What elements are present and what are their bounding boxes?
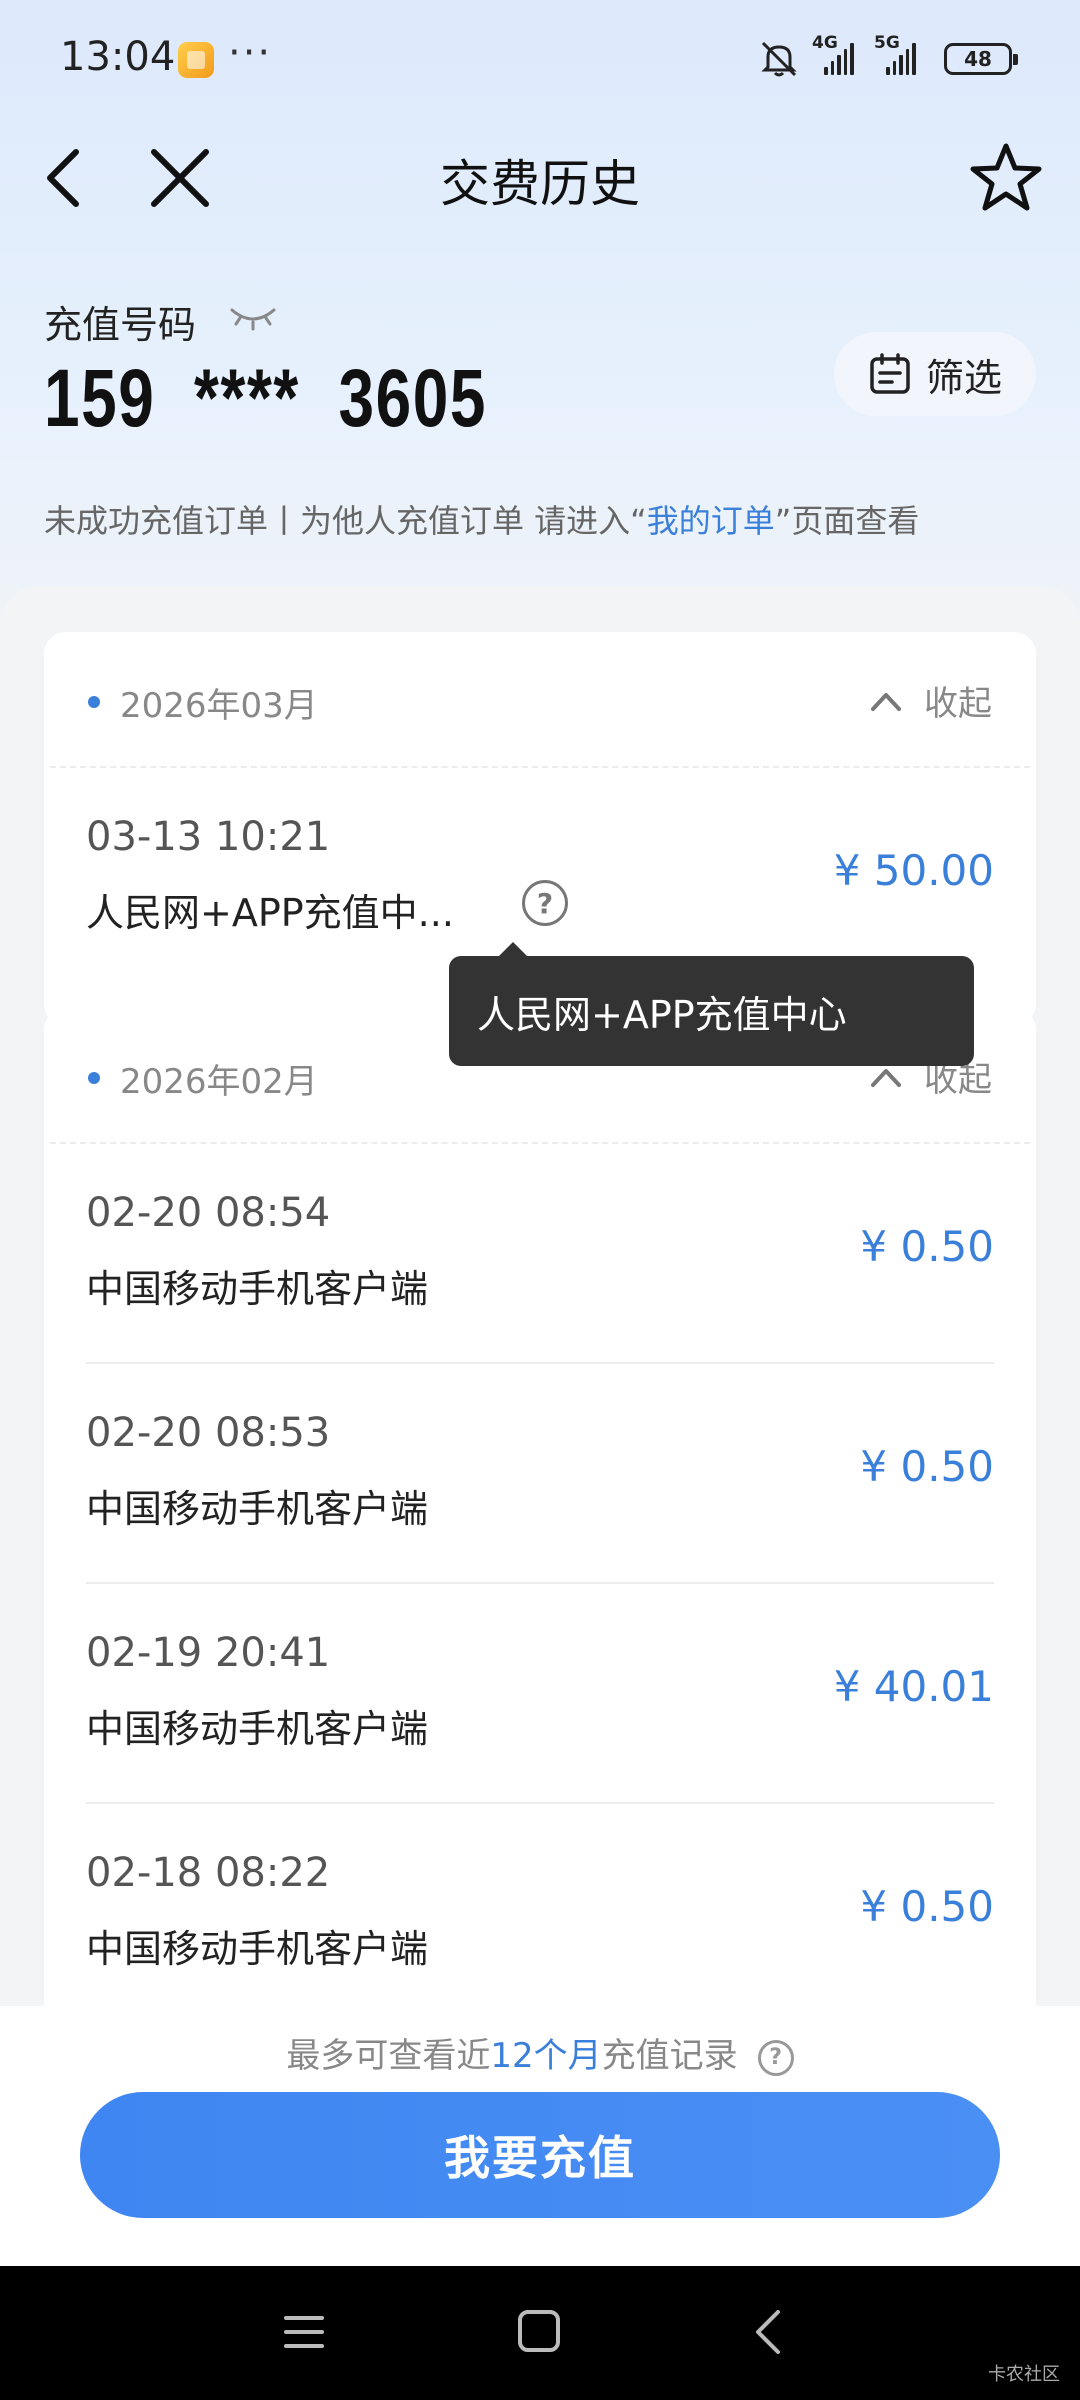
history-list[interactable]: 2026年03月 收起 03-13 10:21 人民网+APP充值中... ? … <box>0 586 1080 2058</box>
account-number: 159 **** 3605 <box>44 353 488 444</box>
record-source: 中国移动手机客户端 <box>86 1707 429 1751</box>
menu-icon[interactable] <box>282 2304 326 2360</box>
signal-4g-icon: 4G <box>812 33 854 75</box>
record-time: 02-20 08:54 <box>86 1190 331 1236</box>
record-source: 中国移动手机客户端 <box>86 1927 429 1971</box>
nav-bar: 交费历史 <box>0 120 1080 230</box>
signal-5g-icon: 5G <box>874 33 916 75</box>
status-bar: 13:04 ··· 4G 5G 48 <box>0 0 1080 120</box>
collapse-label: 收起 <box>924 684 992 724</box>
app-root: 13:04 ··· 4G 5G 48 交费历史 充值号码 159 **** 36… <box>0 0 1080 2400</box>
month-dot <box>88 1072 100 1084</box>
record-row[interactable]: 02-18 08:22 中国移动手机客户端 ¥ 0.50 <box>86 1804 994 2024</box>
favorite-star-icon[interactable] <box>968 140 1044 216</box>
record-time: 02-18 08:22 <box>86 1850 331 1896</box>
help-question-icon[interactable]: ? <box>522 880 568 926</box>
footer: 最多可查看近12个月充值记录? 我要充值 <box>0 2006 1080 2266</box>
my-orders-link[interactable]: 我的订单 <box>647 502 775 540</box>
month-header: 2026年03月 收起 <box>50 632 1030 768</box>
record-source: 中国移动手机客户端 <box>86 1487 429 1531</box>
note-suffix: 充值记录 <box>601 2036 738 2076</box>
month-label: 2026年02月 <box>120 1062 318 1102</box>
month-label: 2026年03月 <box>120 686 318 726</box>
page-title: 交费历史 <box>440 155 640 213</box>
filter-label: 筛选 <box>925 355 1002 400</box>
chevron-up-icon <box>871 692 901 711</box>
hint-suffix: ”页面查看 <box>774 502 920 540</box>
note-prefix: 最多可查看近 <box>286 2036 491 2076</box>
help-question-icon[interactable]: ? <box>757 2039 794 2076</box>
home-icon[interactable] <box>512 2304 568 2360</box>
record-row[interactable]: 02-20 08:54 中国移动手机客户端 ¥ 0.50 <box>86 1144 994 1364</box>
source-tooltip: 人民网+APP充值中心 <box>449 942 974 1066</box>
status-time: 13:04 <box>60 34 176 80</box>
record-time: 02-20 08:53 <box>86 1410 331 1456</box>
mute-bell-icon <box>761 41 797 77</box>
record-amount: ¥ 50.00 <box>833 846 994 895</box>
filter-button[interactable]: 筛选 <box>834 332 1036 416</box>
record-row[interactable]: 02-19 20:41 中国移动手机客户端 ¥ 40.01 <box>86 1584 994 1804</box>
system-nav-bar: 卡农社区 <box>0 2266 1080 2400</box>
recharge-button[interactable]: 我要充值 <box>80 2092 1000 2218</box>
record-source: 人民网+APP充值中... <box>86 891 454 935</box>
history-limit-note: 最多可查看近12个月充值记录? <box>0 2028 1080 2077</box>
record-row[interactable]: 02-20 08:53 中国移动手机客户端 ¥ 0.50 <box>86 1364 994 1584</box>
hide-eye-icon[interactable] <box>228 302 278 332</box>
battery-level: 48 <box>964 47 992 71</box>
note-highlight: 12个月 <box>490 2036 602 2076</box>
account-label: 充值号码 <box>44 303 197 347</box>
record-amount: ¥ 0.50 <box>860 1442 994 1491</box>
back-nav-icon[interactable] <box>748 2304 788 2360</box>
record-amount: ¥ 40.01 <box>833 1662 994 1711</box>
record-time: 02-19 20:41 <box>86 1630 331 1676</box>
record-time: 03-13 10:21 <box>86 814 331 860</box>
collapse-toggle[interactable]: 收起 <box>870 676 992 725</box>
hint-prefix: 未成功充值订单丨为他人充值订单 请进入“ <box>44 502 647 540</box>
chevron-up-icon <box>871 1068 901 1087</box>
orders-hint: 未成功充值订单丨为他人充值订单 请进入“我的订单”页面查看 <box>44 496 919 542</box>
calendar-filter-icon <box>870 353 910 394</box>
record-amount: ¥ 0.50 <box>860 1222 994 1271</box>
record-source: 中国移动手机客户端 <box>86 1267 429 1311</box>
battery-icon: 48 <box>944 43 1018 75</box>
record-amount: ¥ 0.50 <box>860 1882 994 1931</box>
notification-app-icon <box>178 42 214 78</box>
more-notifications-icon: ··· <box>228 30 273 76</box>
month-dot <box>88 696 100 708</box>
month-card-2026-02: 2026年02月 收起 02-20 08:54 中国移动手机客户端 ¥ 0.50… <box>44 1008 1036 2058</box>
status-right: 4G 5G 48 <box>758 33 1018 82</box>
watermark: 卡农社区 <box>988 2364 1060 2385</box>
